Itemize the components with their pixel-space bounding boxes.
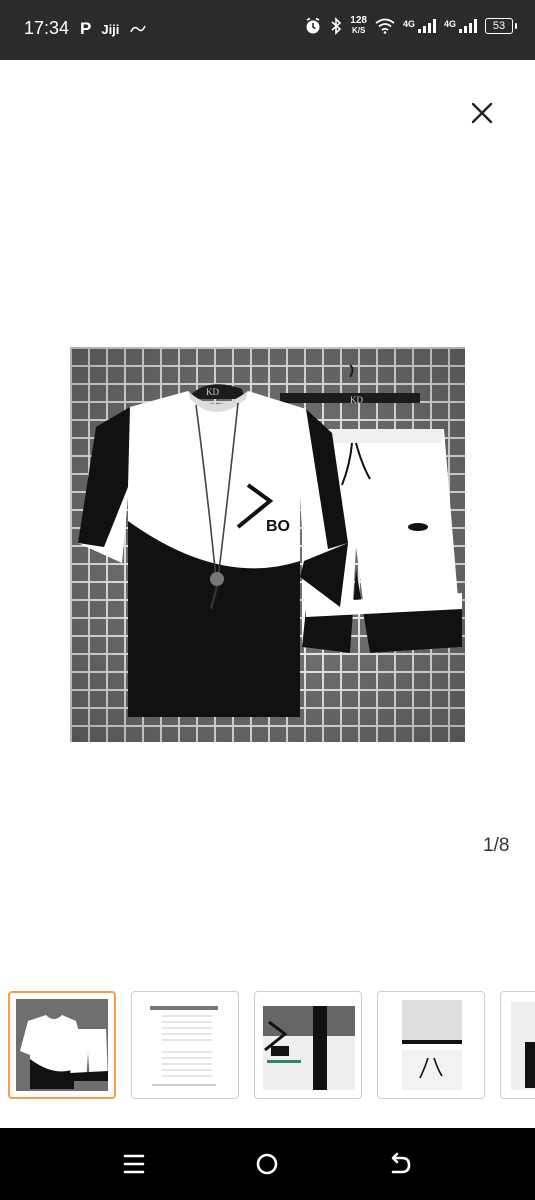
page-current: 1 [483, 835, 494, 856]
back-icon [391, 1152, 411, 1174]
thumbnail-size-chart[interactable] [131, 991, 239, 1099]
wifi-icon [375, 18, 395, 34]
jiji-app-icon: Jiji [101, 21, 120, 37]
page-counter: 1/8 [483, 835, 509, 857]
signal-label: 4G [402, 19, 415, 29]
status-time: 17:34 [24, 18, 70, 38]
outfit-illustration: BO KD KD [78, 364, 462, 717]
shirt-logo-text: BO [266, 518, 290, 535]
battery-indicator: 53 [485, 18, 517, 34]
close-icon [471, 102, 493, 124]
thumbnail-shorts-detail[interactable] [377, 991, 485, 1099]
menu-icon [123, 1154, 145, 1174]
page-total: 8 [498, 835, 510, 856]
thumbnail-outfit-front[interactable] [8, 991, 116, 1099]
signal-4g-1: 4G [403, 19, 436, 33]
status-indicators: 128 K/S 4G 4G 53 [304, 16, 517, 36]
sync-icon [130, 25, 147, 33]
navigation-bar [0, 1128, 535, 1200]
product-image[interactable]: BO KD KD [70, 347, 465, 742]
bluetooth-icon [331, 17, 342, 35]
close-button[interactable] [466, 97, 498, 129]
back-button[interactable] [382, 1148, 418, 1180]
net-speed-unit: K/S [351, 26, 366, 35]
thumbnail-strip[interactable] [0, 991, 535, 1105]
hanger-label: KD [350, 395, 363, 405]
p-app-icon: P [80, 19, 92, 38]
signal-4g-2: 4G [444, 19, 477, 33]
home-button[interactable] [249, 1148, 285, 1180]
thumbnail-side-detail[interactable] [500, 991, 535, 1099]
alarm-icon [306, 17, 320, 34]
recent-apps-button[interactable] [116, 1148, 152, 1180]
thumbnail-shirt-detail[interactable] [254, 991, 362, 1099]
notification-icons: P Jiji [80, 19, 147, 39]
home-icon [256, 1153, 278, 1175]
signal-label: 4G [443, 19, 456, 29]
hanger-label: KD [206, 387, 219, 397]
net-speed-value: 128 [350, 15, 367, 26]
network-speed: 128 K/S [350, 16, 367, 36]
status-bar: 17:34 P Jiji 128 K/S 4G 4G 53 [0, 0, 535, 60]
